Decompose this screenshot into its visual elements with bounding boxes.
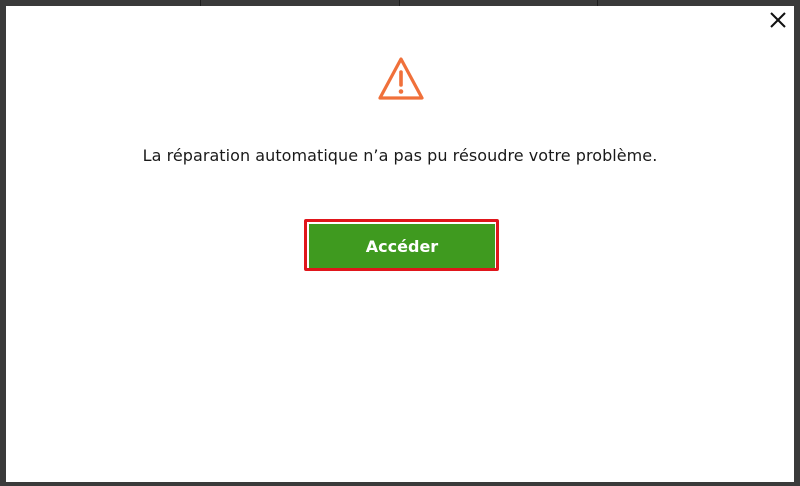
- repair-failed-dialog: La réparation automatique n’a pas pu rés…: [6, 6, 794, 482]
- close-icon: [770, 12, 786, 28]
- error-message: La réparation automatique n’a pas pu rés…: [142, 146, 658, 165]
- access-button[interactable]: Accéder: [309, 224, 495, 268]
- warning-triangle-icon: [378, 57, 424, 100]
- close-button[interactable]: [766, 8, 790, 32]
